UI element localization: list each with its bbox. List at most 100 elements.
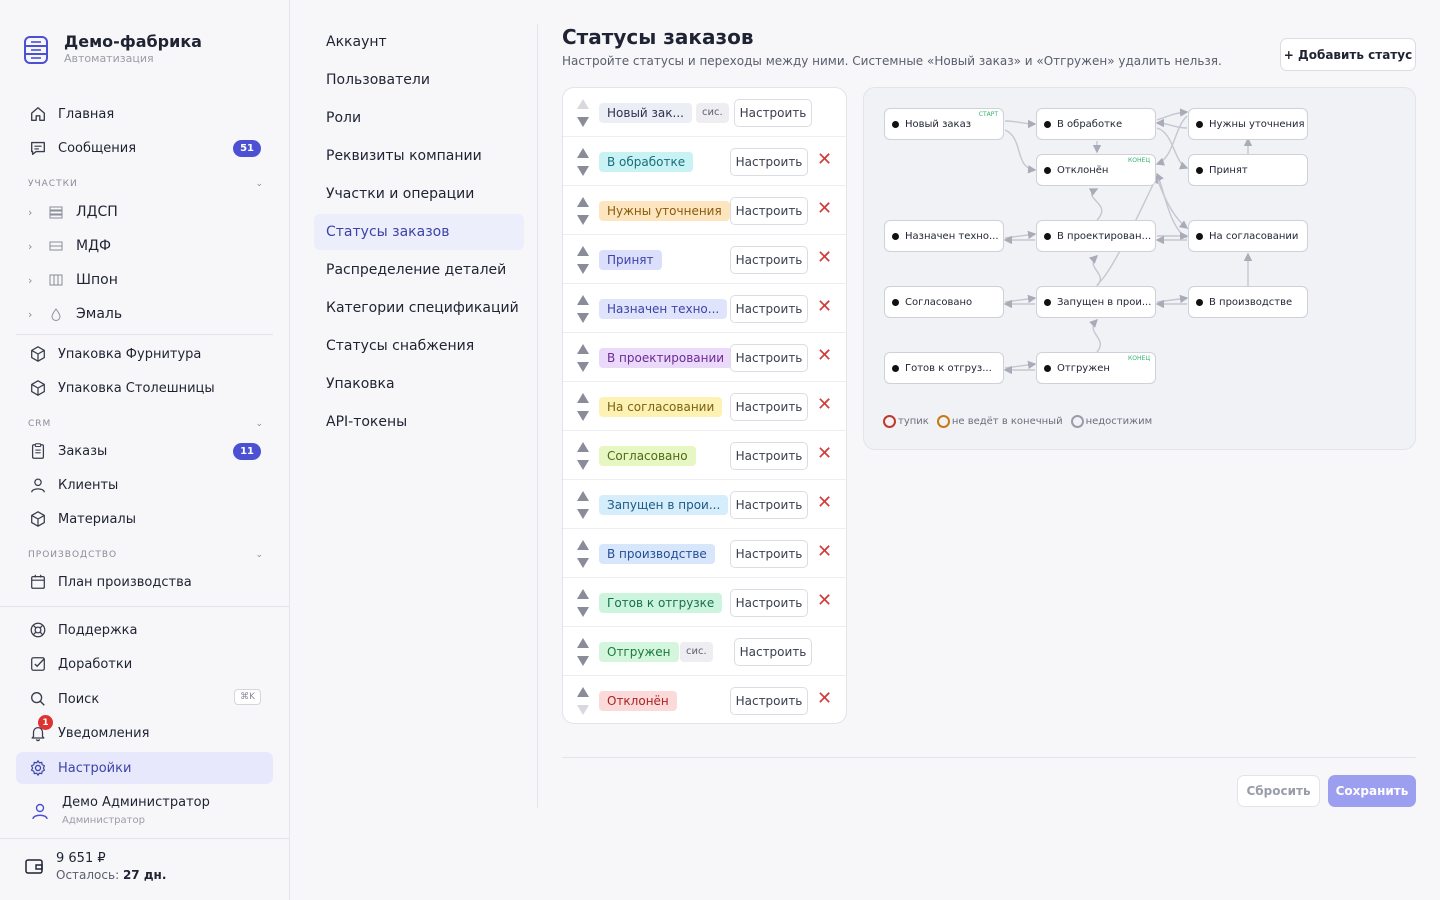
status-row[interactable]: В проектировании Настроить ✕ <box>563 333 846 382</box>
reorder-handle[interactable] <box>577 295 589 323</box>
user-profile[interactable]: Демо Администратор Администратор <box>28 794 210 828</box>
move-up-icon[interactable] <box>577 99 589 109</box>
nav-notifications[interactable]: 1 Уведомления <box>16 715 273 749</box>
status-row[interactable]: Нужны уточнения Настроить ✕ <box>563 186 846 235</box>
reorder-handle[interactable] <box>577 197 589 225</box>
move-down-icon[interactable] <box>577 509 589 519</box>
reorder-handle[interactable] <box>577 99 589 127</box>
nav-materials[interactable]: Материалы <box>16 503 273 535</box>
settings-nav-item[interactable]: Аккаунт <box>314 24 524 60</box>
delete-icon[interactable]: ✕ <box>817 543 832 561</box>
nav-search[interactable]: Поиск ⌘K <box>16 683 273 715</box>
reorder-handle[interactable] <box>577 687 589 715</box>
reorder-handle[interactable] <box>577 246 589 274</box>
delete-icon[interactable]: ✕ <box>817 396 832 414</box>
delete-icon[interactable]: ✕ <box>817 298 832 316</box>
reorder-handle[interactable] <box>577 540 589 568</box>
area-item-ldsp[interactable]: › ЛДСП <box>28 198 264 226</box>
settings-nav-item[interactable]: Категории спецификаций <box>314 290 524 326</box>
delete-icon[interactable]: ✕ <box>817 200 832 218</box>
reorder-handle[interactable] <box>577 442 589 470</box>
reorder-handle[interactable] <box>577 491 589 519</box>
configure-button[interactable]: Настроить <box>730 687 808 715</box>
settings-nav-item-active[interactable]: Статусы заказов <box>314 214 524 250</box>
graph-node[interactable]: Нужны уточнения <box>1188 108 1308 140</box>
settings-nav-item[interactable]: Роли <box>314 100 524 136</box>
graph-node[interactable]: В производстве <box>1188 286 1308 318</box>
graph-node[interactable]: Новый заказ СТАРТ <box>884 108 1004 140</box>
graph-node[interactable]: Согласовано <box>884 286 1004 318</box>
graph-node[interactable]: Назначен техно... <box>884 220 1004 252</box>
move-up-icon[interactable] <box>577 246 589 256</box>
nav-orders[interactable]: Заказы 11 <box>16 435 273 467</box>
settings-nav-item[interactable]: Пользователи <box>314 62 524 98</box>
configure-button[interactable]: Настроить <box>734 638 812 666</box>
move-down-icon[interactable] <box>577 411 589 421</box>
configure-button[interactable]: Настроить <box>730 344 808 372</box>
move-down-icon[interactable] <box>577 362 589 372</box>
status-row[interactable]: На согласовании Настроить ✕ <box>563 382 846 431</box>
status-row[interactable]: В производстве Настроить ✕ <box>563 529 846 578</box>
graph-node[interactable]: Готов к отгруз... <box>884 352 1004 384</box>
delete-icon[interactable]: ✕ <box>817 151 832 169</box>
delete-icon[interactable]: ✕ <box>817 249 832 267</box>
move-down-icon[interactable] <box>577 166 589 176</box>
move-up-icon[interactable] <box>577 687 589 697</box>
nav-settings[interactable]: Настройки <box>16 752 273 784</box>
section-areas[interactable]: УЧАСТКИ ⌄ <box>28 179 264 189</box>
move-down-icon[interactable] <box>577 313 589 323</box>
move-up-icon[interactable] <box>577 442 589 452</box>
nav-support[interactable]: Поддержка <box>16 614 273 646</box>
move-up-icon[interactable] <box>577 344 589 354</box>
graph-node[interactable]: Отклонён КОНЕЦ <box>1036 154 1156 186</box>
delete-icon[interactable]: ✕ <box>817 445 832 463</box>
status-row[interactable]: Отклонён Настроить ✕ <box>563 676 846 723</box>
balance[interactable]: 9 651 ₽ Осталось: 27 дн. <box>24 850 166 884</box>
move-up-icon[interactable] <box>577 540 589 550</box>
move-up-icon[interactable] <box>577 589 589 599</box>
area-item-mdf[interactable]: › МДФ <box>28 232 264 260</box>
delete-icon[interactable]: ✕ <box>817 592 832 610</box>
move-down-icon[interactable] <box>577 460 589 470</box>
nav-improvements[interactable]: Доработки <box>16 648 273 680</box>
move-up-icon[interactable] <box>577 393 589 403</box>
status-row[interactable]: Запущен в прои... Настроить ✕ <box>563 480 846 529</box>
configure-button[interactable]: Настроить <box>730 491 808 519</box>
section-production[interactable]: ПРОИЗВОДСТВО ⌄ <box>28 550 264 560</box>
section-crm[interactable]: CRM ⌄ <box>28 419 264 429</box>
nav-packing-tops[interactable]: Упаковка Столешницы <box>16 372 273 404</box>
move-down-icon[interactable] <box>577 558 589 568</box>
graph-node[interactable]: В проектирован... <box>1036 220 1156 252</box>
nav-messages[interactable]: Сообщения 51 <box>16 132 273 164</box>
reorder-handle[interactable] <box>577 393 589 421</box>
graph-node[interactable]: Принят <box>1188 154 1308 186</box>
graph-node[interactable]: Запущен в прои... <box>1036 286 1156 318</box>
reorder-handle[interactable] <box>577 148 589 176</box>
status-row[interactable]: В обработке Настроить ✕ <box>563 137 846 186</box>
reset-button[interactable]: Сбросить <box>1237 775 1320 807</box>
move-down-icon[interactable] <box>577 215 589 225</box>
status-row[interactable]: Отгружен сис. Настроить <box>563 627 846 676</box>
area-item-enamel[interactable]: › Эмаль <box>28 300 264 328</box>
area-item-veneer[interactable]: › Шпон <box>28 266 264 294</box>
settings-nav-item[interactable]: Реквизиты компании <box>314 138 524 174</box>
status-row[interactable]: Принят Настроить ✕ <box>563 235 846 284</box>
configure-button[interactable]: Настроить <box>734 99 812 127</box>
settings-nav-item[interactable]: Участки и операции <box>314 176 524 212</box>
add-status-button[interactable]: + Добавить статус <box>1280 38 1416 71</box>
reorder-handle[interactable] <box>577 589 589 617</box>
delete-icon[interactable]: ✕ <box>817 494 832 512</box>
delete-icon[interactable]: ✕ <box>817 690 832 708</box>
move-down-icon[interactable] <box>577 117 589 127</box>
configure-button[interactable]: Настроить <box>730 589 808 617</box>
move-up-icon[interactable] <box>577 638 589 648</box>
reorder-handle[interactable] <box>577 638 589 666</box>
settings-nav-item[interactable]: Упаковка <box>314 366 524 402</box>
settings-nav-item[interactable]: Статусы снабжения <box>314 328 524 364</box>
brand[interactable]: Демо-фабрика Автоматизация <box>24 32 202 66</box>
move-up-icon[interactable] <box>577 148 589 158</box>
move-down-icon[interactable] <box>577 656 589 666</box>
nav-clients[interactable]: Клиенты <box>16 469 273 501</box>
status-row[interactable]: Согласовано Настроить ✕ <box>563 431 846 480</box>
status-row[interactable]: Назначен техно... Настроить ✕ <box>563 284 846 333</box>
